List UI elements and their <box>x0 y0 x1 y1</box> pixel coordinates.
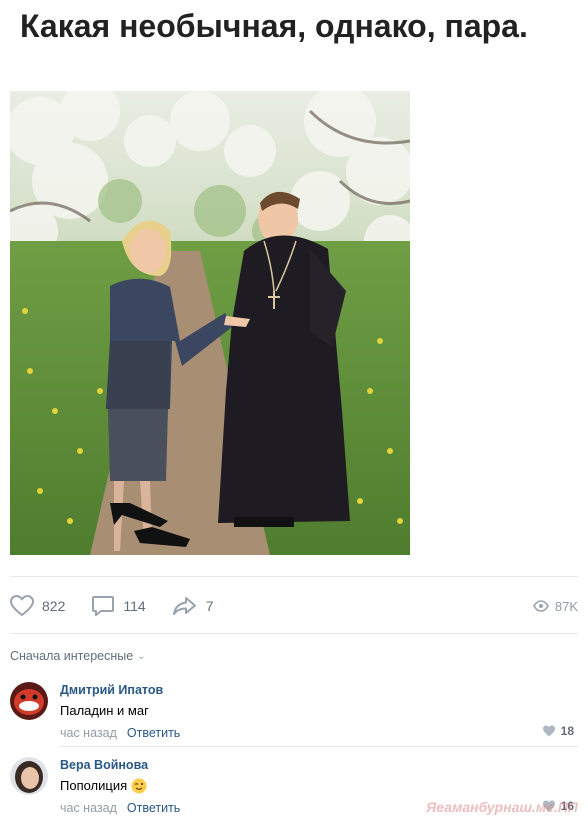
comment-body: Дмитрий Ипатов Паладин и маг час назад О… <box>60 682 578 741</box>
like-count: 822 <box>42 598 66 614</box>
heart-icon <box>10 595 34 617</box>
divider-actions <box>10 633 578 634</box>
post-photo-illustration <box>10 91 410 555</box>
comments-sort-label: Сначала интересные <box>10 649 134 663</box>
post-actions: 822 114 7 87K <box>10 590 578 622</box>
divider-top <box>10 576 578 577</box>
comment-author[interactable]: Вера Войнова <box>60 757 578 773</box>
avatar-image <box>10 682 48 720</box>
post-title: Какая необычная, однако, пара. <box>20 8 528 44</box>
comment-button[interactable]: 114 <box>91 595 146 617</box>
comment-time[interactable]: час назад <box>60 800 117 816</box>
comment-text: Паладин и маг <box>60 703 149 718</box>
comment-author[interactable]: Дмитрий Ипатов <box>60 682 578 698</box>
share-button[interactable]: 7 <box>172 595 214 617</box>
comment-text-row: Пополиция <box>60 777 578 795</box>
reply-button[interactable]: Ответить <box>127 725 180 741</box>
chevron-down-icon: ⌄ <box>137 650 146 662</box>
like-button[interactable]: 822 <box>10 595 65 617</box>
comment-time[interactable]: час назад <box>60 725 117 741</box>
watermark: Яеаманбурнаш.ме.ПП <box>426 799 578 815</box>
avatar[interactable] <box>10 682 48 720</box>
comment-like-button[interactable]: 18 <box>542 724 574 738</box>
heart-icon <box>542 725 555 737</box>
avatar-image <box>10 757 48 795</box>
comment-text: Пополиция <box>60 778 128 793</box>
comment-meta: час назад Ответить <box>60 725 578 741</box>
post-photo[interactable] <box>10 91 410 555</box>
reply-button[interactable]: Ответить <box>127 800 180 816</box>
comment-divider <box>60 746 578 747</box>
wink-emoji-icon <box>131 778 147 794</box>
comment-item: Дмитрий Ипатов Паладин и маг час назад О… <box>10 682 578 742</box>
avatar[interactable] <box>10 757 48 795</box>
share-count: 7 <box>205 598 214 614</box>
views-counter: 87K <box>532 598 578 614</box>
comments-sort-dropdown[interactable]: Сначала интересные ⌄ <box>10 649 146 663</box>
comment-icon <box>92 596 115 616</box>
eye-icon <box>532 600 549 612</box>
comment-like-count: 18 <box>560 724 574 738</box>
comment-count: 114 <box>123 598 146 614</box>
views-count: 87K <box>554 598 578 614</box>
share-icon <box>172 597 196 615</box>
